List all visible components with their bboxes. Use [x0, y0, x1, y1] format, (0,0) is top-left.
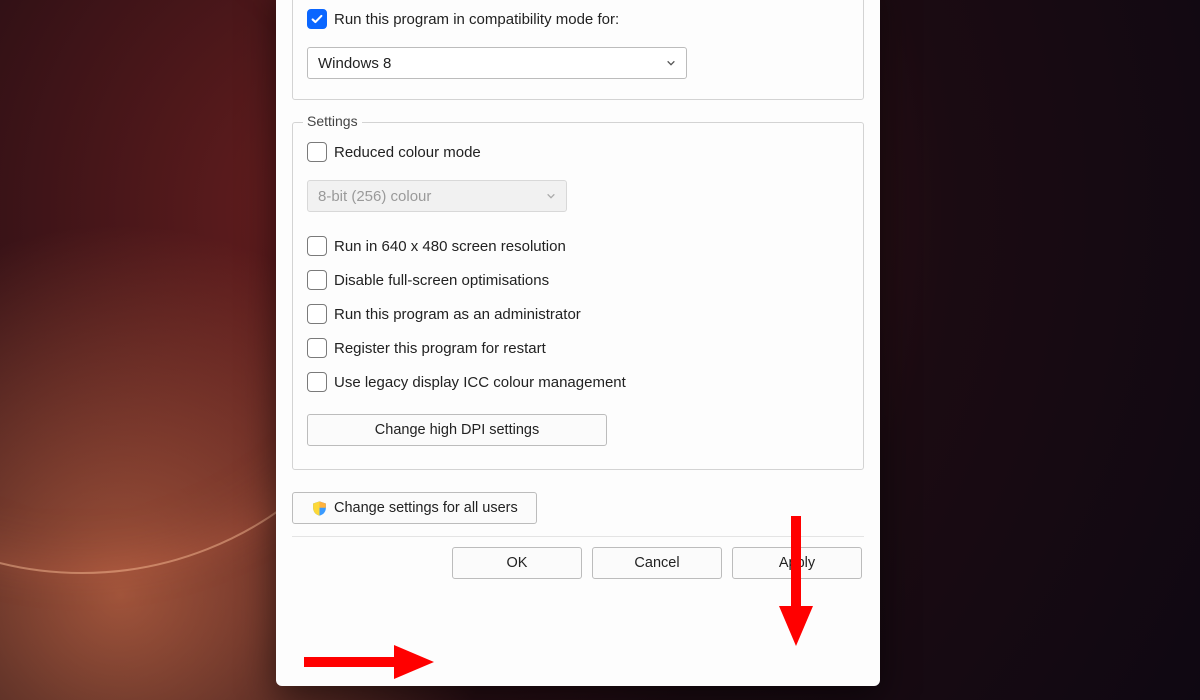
- change-dpi-label: Change high DPI settings: [375, 422, 539, 438]
- change-dpi-button[interactable]: Change high DPI settings: [307, 414, 607, 446]
- compat-mode-label: Run this program in compatibility mode f…: [334, 11, 619, 28]
- run-640x480-checkbox[interactable]: [307, 236, 327, 256]
- chevron-down-icon: [666, 58, 676, 68]
- reduced-colour-label: Reduced colour mode: [334, 144, 481, 161]
- reduced-colour-select-value: 8-bit (256) colour: [318, 188, 431, 205]
- settings-legend: Settings: [303, 113, 362, 129]
- settings-group: Settings Reduced colour mode 8-bit (256)…: [292, 122, 864, 470]
- apply-label: Apply: [779, 555, 815, 571]
- run-640x480-label: Run in 640 x 480 screen resolution: [334, 238, 566, 255]
- disable-fullscreen-checkbox[interactable]: [307, 270, 327, 290]
- legacy-icc-label: Use legacy display ICC colour management: [334, 374, 626, 391]
- cancel-label: Cancel: [634, 555, 679, 571]
- cancel-button[interactable]: Cancel: [592, 547, 722, 579]
- register-restart-label: Register this program for restart: [334, 340, 546, 357]
- run-as-admin-label: Run this program as an administrator: [334, 306, 581, 323]
- chevron-down-icon: [546, 191, 556, 201]
- ok-button[interactable]: OK: [452, 547, 582, 579]
- checkmark-icon: [310, 12, 324, 26]
- change-all-users-label: Change settings for all users: [334, 500, 518, 516]
- compat-mode-checkbox[interactable]: [307, 9, 327, 29]
- compat-mode-select-value: Windows 8: [318, 55, 391, 72]
- reduced-colour-checkbox[interactable]: [307, 142, 327, 162]
- properties-dialog: Compatibility mode Run this program in c…: [276, 0, 880, 686]
- legacy-icc-checkbox[interactable]: [307, 372, 327, 392]
- dialog-footer: OK Cancel Apply: [292, 536, 864, 593]
- ok-label: OK: [507, 555, 528, 571]
- compat-mode-select[interactable]: Windows 8: [307, 47, 687, 79]
- run-as-admin-checkbox[interactable]: [307, 304, 327, 324]
- register-restart-checkbox[interactable]: [307, 338, 327, 358]
- compatibility-mode-group: Compatibility mode Run this program in c…: [292, 0, 864, 100]
- shield-icon: [311, 500, 328, 517]
- apply-button[interactable]: Apply: [732, 547, 862, 579]
- reduced-colour-select: 8-bit (256) colour: [307, 180, 567, 212]
- change-all-users-button[interactable]: Change settings for all users: [292, 492, 537, 524]
- disable-fullscreen-label: Disable full-screen optimisations: [334, 272, 549, 289]
